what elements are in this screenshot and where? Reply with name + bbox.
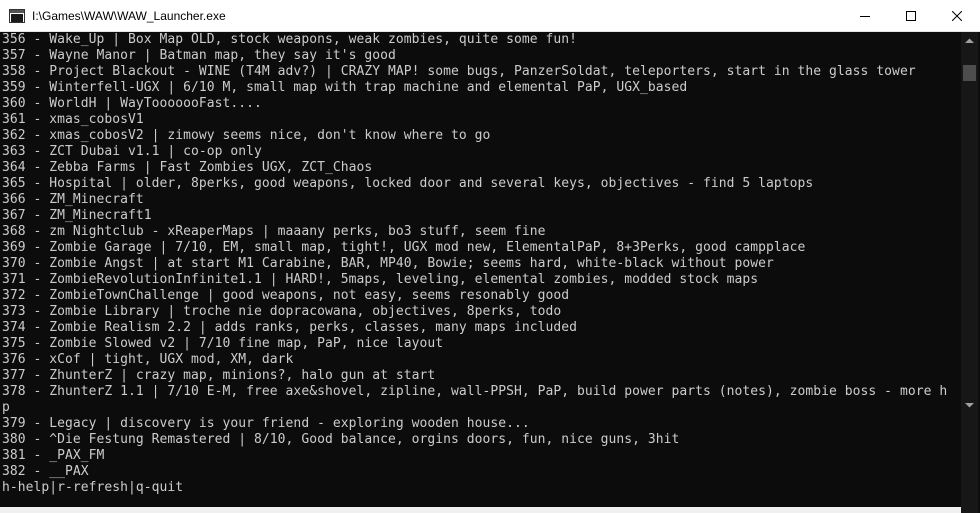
caption-buttons: [842, 0, 980, 31]
console-line: 379 - Legacy | discovery is your friend …: [2, 416, 530, 431]
scroll-down-button[interactable]: [961, 396, 978, 413]
console-line: 368 - zm Nightclub - xReaperMaps | maaan…: [2, 224, 546, 239]
scroll-up-arrow-icon: [965, 38, 974, 43]
title-bar[interactable]: I:\Games\WAW\WAW_Launcher.exe: [0, 0, 980, 32]
console-line: 375 - Zombie Slowed v2 | 7/10 fine map, …: [2, 336, 444, 351]
console-line: 359 - Winterfell-UGX | 6/10 M, small map…: [2, 80, 688, 95]
maximize-icon: [906, 10, 916, 21]
console-line: 360 - WorldH | WayTooooooFast....: [2, 96, 262, 111]
console-line: 372 - ZombieTownChallenge | good weapons…: [2, 288, 570, 303]
console-line: 371 - ZombieRevolutionInfinite1.1 | HARD…: [2, 272, 759, 287]
scrollbar-thumb[interactable]: [963, 65, 976, 81]
console-line: 366 - ZM_Minecraft: [2, 192, 144, 207]
console-line: 376 - xCof | tight, UGX mod, XM, dark: [2, 352, 294, 367]
console-line: 363 - ZCT Dubai v1.1 | co-op only: [2, 144, 262, 159]
console-line: 381 - _PAX_FM: [2, 448, 105, 463]
console-line: 362 - xmas_cobosV2 | zimowy seems nice, …: [2, 128, 491, 143]
close-button[interactable]: [934, 0, 980, 31]
console-line: 365 - Hospital | older, 8perks, good wea…: [2, 176, 814, 191]
console-line: 377 - ZhunterZ | crazy map, minions?, ha…: [2, 368, 436, 383]
console-line: 373 - Zombie Library | troche nie doprac…: [2, 304, 562, 319]
console-line: 361 - xmas_cobosV1: [2, 112, 144, 127]
close-icon: [952, 10, 962, 21]
console-line: 380 - ^Die Festung Remastered | 8/10, Go…: [2, 432, 680, 447]
vertical-scrollbar[interactable]: [961, 32, 978, 513]
window-title: I:\Games\WAW\WAW_Launcher.exe: [32, 8, 226, 23]
minimize-icon: [860, 15, 870, 17]
console-line: 358 - Project Blackout - WINE (T4M adv?)…: [2, 64, 916, 79]
scroll-up-button[interactable]: [961, 32, 978, 49]
scroll-down-arrow-icon: [965, 402, 974, 407]
console-line: 357 - Wayne Manor | Batman map, they say…: [2, 48, 396, 63]
console-line: 364 - Zebba Farms | Fast Zombies UGX, ZC…: [2, 160, 373, 175]
console-line: 382 - __PAX: [2, 464, 89, 479]
console-line: 378 - ZhunterZ 1.1 | 7/10 E-M, free axe&…: [2, 384, 948, 399]
console-window: I:\Games\WAW\WAW_Launcher.exe 356 - Wake…: [0, 0, 980, 513]
minimize-button[interactable]: [842, 0, 888, 31]
window-bottom-edge: [0, 507, 961, 513]
maximize-button[interactable]: [888, 0, 934, 31]
console-output[interactable]: 356 - Wake_Up | Box Map OLD, stock weapo…: [2, 32, 958, 507]
console-prompt-line: h-help|r-refresh|q-quit: [2, 480, 184, 495]
console-line: p: [2, 400, 10, 415]
console-line: 367 - ZM_Minecraft1: [2, 208, 152, 223]
console-line: 369 - Zombie Garage | 7/10, EM, small ma…: [2, 240, 806, 255]
console-line: 374 - Zombie Realism 2.2 | adds ranks, p…: [2, 320, 577, 335]
console-line: 356 - Wake_Up | Box Map OLD, stock weapo…: [2, 32, 577, 47]
console-app-icon: [9, 8, 25, 24]
console-line: 370 - Zombie Angst | at start M1 Carabin…: [2, 256, 774, 271]
